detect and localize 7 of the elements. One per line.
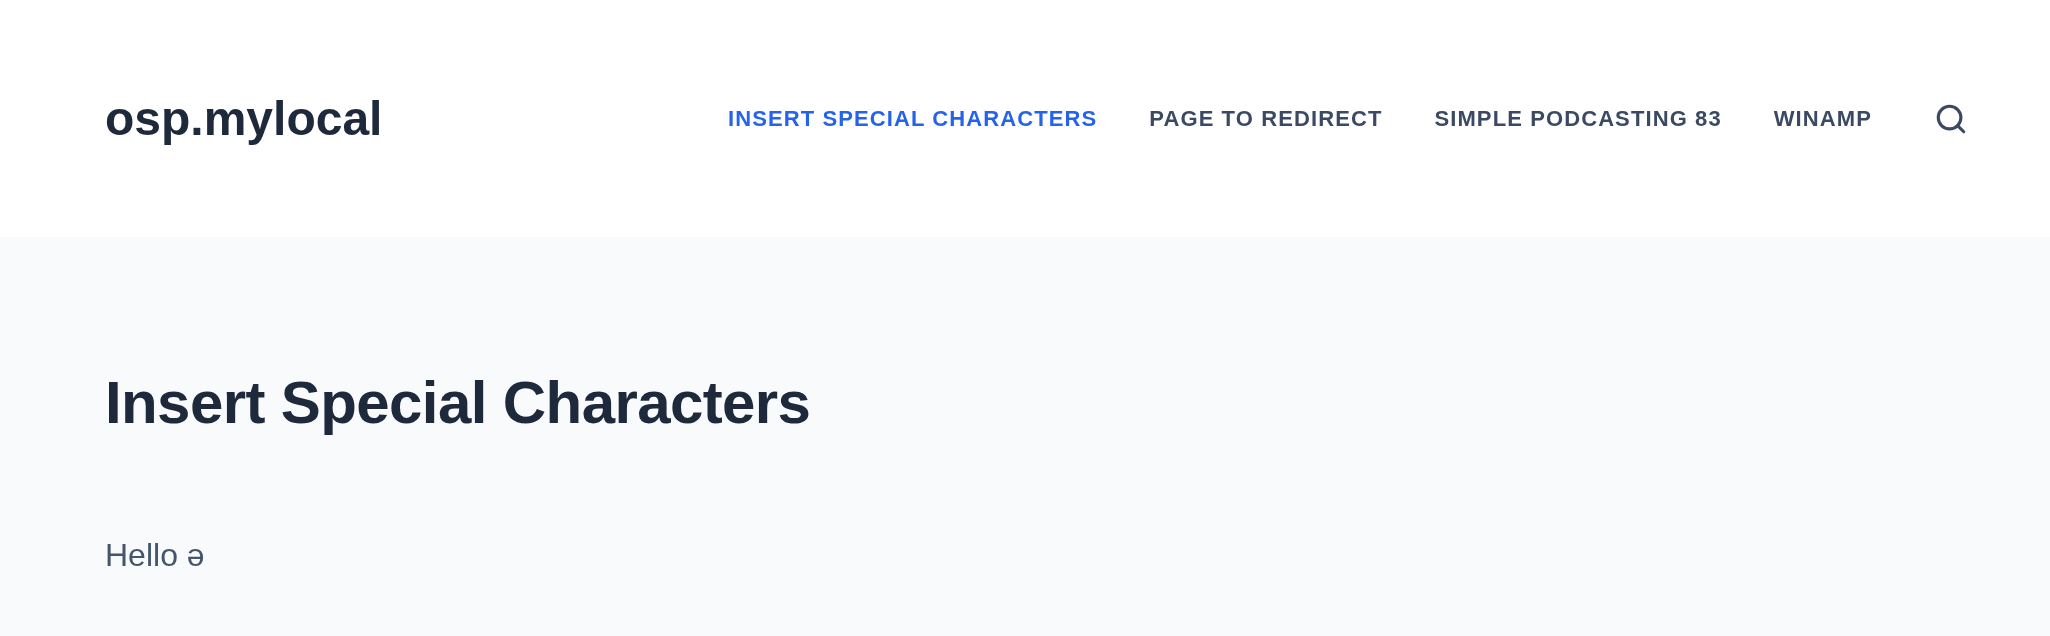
nav-link[interactable]: PAGE TO REDIRECT: [1149, 107, 1383, 130]
nav-link[interactable]: INSERT SPECIAL CHARACTERS: [727, 107, 1098, 130]
site-title[interactable]: osp.mylocal: [105, 94, 383, 143]
nav-link[interactable]: WINAMP: [1773, 107, 1872, 130]
body-text: Hello ə: [105, 536, 205, 575]
page-heading: Insert Special Characters: [105, 368, 811, 438]
nav-link[interactable]: SIMPLE PODCASTING 83: [1434, 107, 1722, 130]
